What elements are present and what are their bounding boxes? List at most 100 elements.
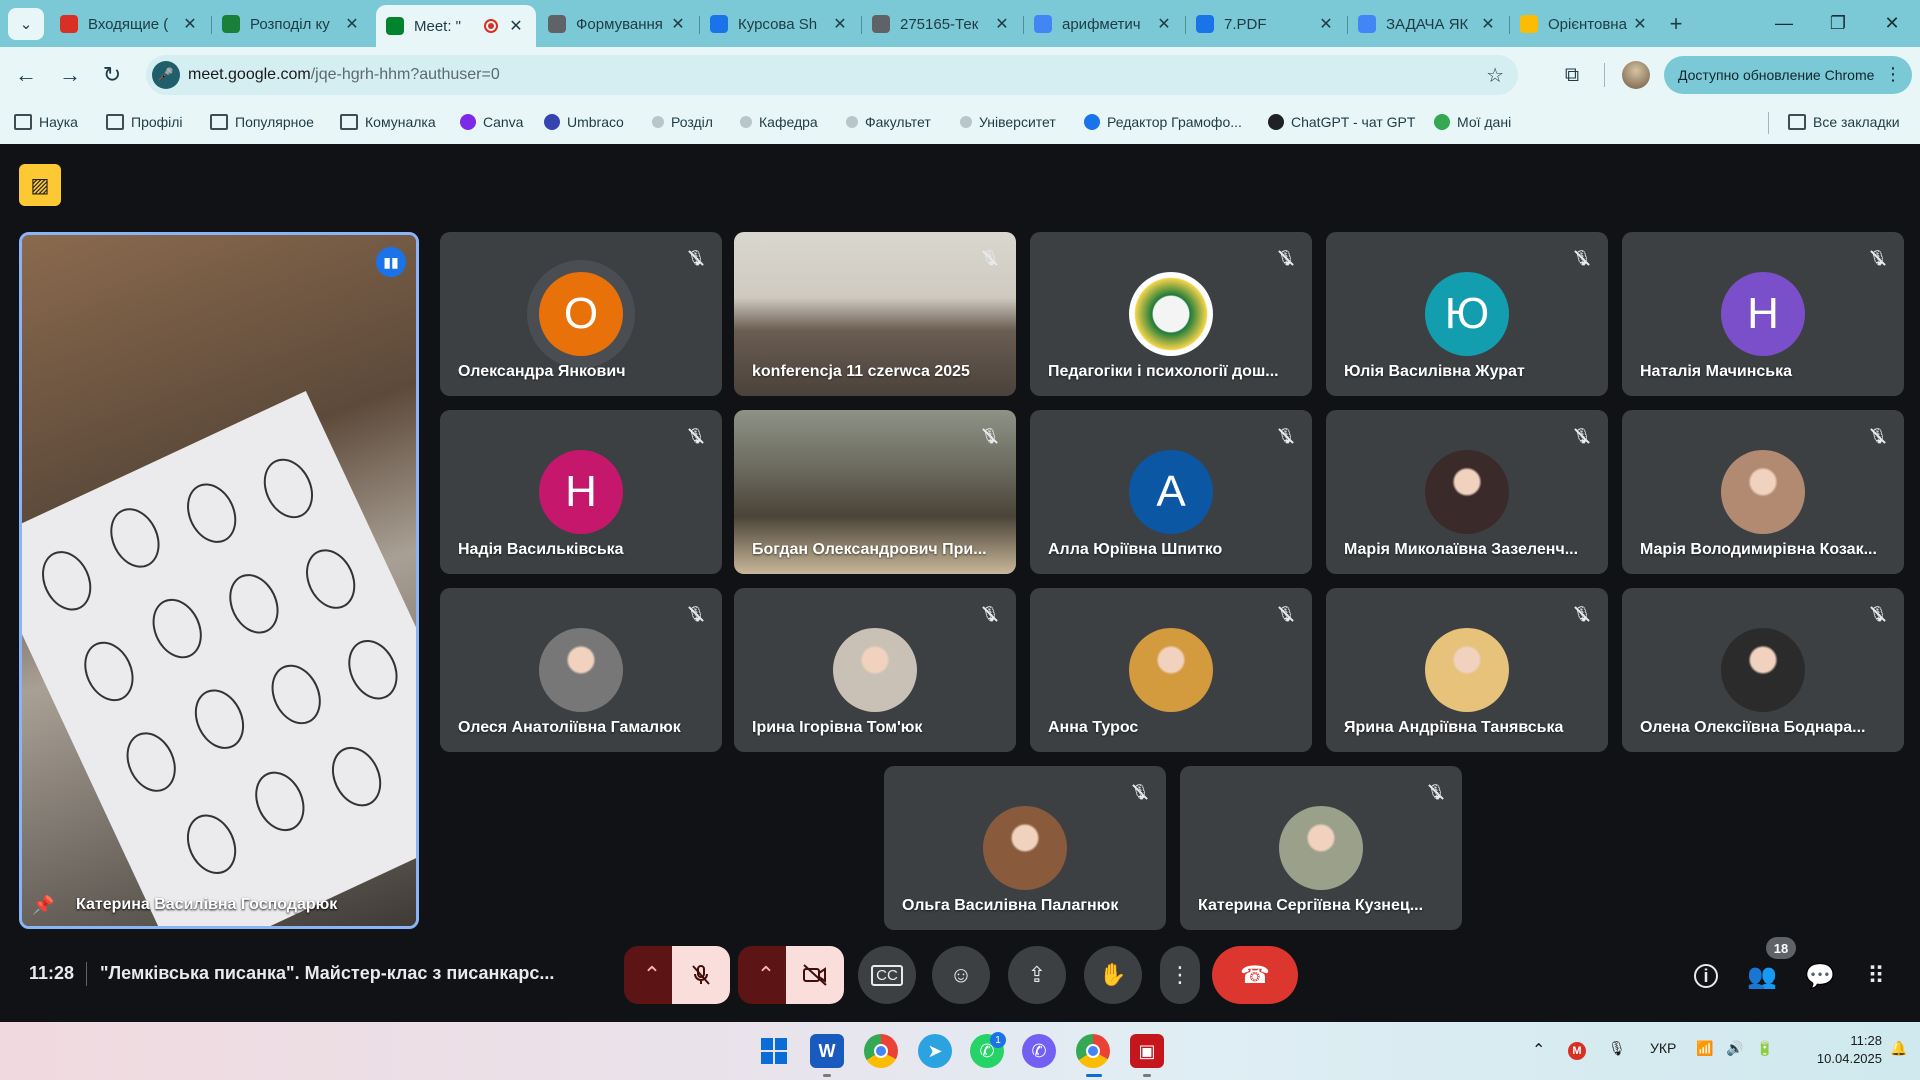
raise-hand-button[interactable]: ✋ bbox=[1084, 946, 1142, 1004]
tab-8[interactable]: ЗАДАЧА ЯК ✕ bbox=[1348, 6, 1508, 42]
all-bookmarks[interactable]: Все закладки bbox=[1788, 110, 1900, 134]
tray-overflow-icon[interactable]: ⌃ bbox=[1532, 1040, 1545, 1060]
participant-tile[interactable]: 🎙 Педагогіки і психології дош... bbox=[1030, 232, 1312, 396]
leave-call-button[interactable]: ☎ bbox=[1212, 946, 1298, 1004]
system-clock[interactable]: 11:28 10.04.2025 bbox=[1796, 1032, 1882, 1068]
tab-5[interactable]: 275165-Тек ✕ bbox=[862, 6, 1022, 42]
reload-button[interactable]: ↻ bbox=[96, 59, 128, 91]
tab-1[interactable]: Розподіл ку ✕ bbox=[212, 6, 372, 42]
people-button[interactable]: 👥 bbox=[1744, 958, 1780, 994]
bookmark-item[interactable]: Umbraco bbox=[544, 110, 624, 134]
present-button[interactable]: ⇪ bbox=[1008, 946, 1066, 1004]
mic-off-icon: 🎙 bbox=[1570, 246, 1594, 270]
participant-tile[interactable]: 🎙 Олеся Анатоліївна Гамалюк bbox=[440, 588, 722, 752]
volume-icon[interactable]: 🔊 bbox=[1726, 1040, 1743, 1057]
close-tab-icon[interactable]: ✕ bbox=[1630, 14, 1650, 34]
participant-tile[interactable]: 🎙 Катерина Сергіївна Кузнец... bbox=[1180, 766, 1462, 930]
participant-tile[interactable]: 🎙 Ольга Василівна Палагнюк bbox=[884, 766, 1166, 930]
tab-6[interactable]: арифметич ✕ bbox=[1024, 6, 1184, 42]
bookmark-star-icon[interactable]: ☆ bbox=[1486, 63, 1504, 88]
restore-button[interactable]: ❐ bbox=[1818, 8, 1858, 38]
notifications-icon[interactable]: 🔔 bbox=[1890, 1040, 1907, 1057]
bookmark-item[interactable]: Профілі bbox=[106, 110, 183, 134]
folder-icon bbox=[106, 114, 124, 130]
participant-tile[interactable]: Ю 🎙 Юлія Василівна Журат bbox=[1326, 232, 1608, 396]
bookmark-item[interactable]: Кафедра bbox=[740, 110, 818, 134]
close-icon: ✕ bbox=[1884, 12, 1900, 33]
bookmark-item[interactable]: Популярное bbox=[210, 110, 314, 134]
bookmark-item[interactable]: Наука bbox=[14, 110, 78, 134]
forward-button[interactable]: → bbox=[54, 59, 86, 91]
camera-toggle-button[interactable] bbox=[786, 946, 844, 1004]
participant-tile[interactable]: 🎙 Марія Володимирівна Козак... bbox=[1622, 410, 1904, 574]
presenter-tile[interactable]: ▮▮ 📌 Катерина Василівна Господарюк bbox=[19, 232, 419, 929]
bookmark-item[interactable]: Редактор Грамофо... bbox=[1084, 110, 1242, 134]
tab-2[interactable]: Meet: " ✕ bbox=[376, 5, 536, 47]
participant-tile[interactable]: 🎙 Ярина Андріївна Танявська bbox=[1326, 588, 1608, 752]
close-tab-icon[interactable]: ✕ bbox=[992, 14, 1012, 34]
tab-7[interactable]: 7.PDF ✕ bbox=[1186, 6, 1346, 42]
pin-icon[interactable]: 📌 bbox=[32, 895, 54, 916]
participant-tile[interactable]: 🎙 Олена Олексіївна Боднара... bbox=[1622, 588, 1904, 752]
close-tab-icon[interactable]: ✕ bbox=[830, 14, 850, 34]
keyboard-language[interactable]: УКР bbox=[1650, 1040, 1676, 1056]
chrome-update-button[interactable]: Доступно обновление Chrome ⋮ bbox=[1664, 56, 1912, 94]
close-tab-icon[interactable]: ✕ bbox=[668, 14, 688, 34]
bookmark-item[interactable]: Canva bbox=[460, 110, 523, 134]
close-tab-icon[interactable]: ✕ bbox=[506, 16, 526, 36]
close-window-button[interactable]: ✕ bbox=[1872, 8, 1912, 38]
tab-4[interactable]: Курсова Sh ✕ bbox=[700, 6, 860, 42]
captions-button[interactable]: CC bbox=[858, 946, 916, 1004]
profile-avatar[interactable] bbox=[1622, 61, 1650, 89]
close-tab-icon[interactable]: ✕ bbox=[1316, 14, 1336, 34]
taskbar-telegram[interactable]: ➤ bbox=[918, 1034, 952, 1068]
participant-tile[interactable]: Н 🎙 Надія Васильківська bbox=[440, 410, 722, 574]
close-tab-icon[interactable]: ✕ bbox=[1154, 14, 1174, 34]
tray-mic-icon[interactable]: 🎙 bbox=[1608, 1040, 1626, 1057]
tab-search-button[interactable]: ⌄ bbox=[8, 8, 44, 40]
more-options-button[interactable]: ⋮ bbox=[1160, 946, 1200, 1004]
bookmark-item[interactable]: Розділ bbox=[652, 110, 713, 134]
taskbar-app[interactable]: ▣ bbox=[1130, 1034, 1164, 1068]
bookmark-item[interactable]: Університет bbox=[960, 110, 1056, 134]
bookmark-item[interactable]: Факультет bbox=[846, 110, 931, 134]
chat-button[interactable]: 💬 bbox=[1802, 958, 1838, 994]
back-button[interactable]: ← bbox=[10, 59, 42, 91]
tray-app-icon[interactable]: M bbox=[1568, 1042, 1586, 1060]
participant-tile[interactable]: 🎙 Богдан Олександрович При... bbox=[734, 410, 1016, 574]
camera-off-badge[interactable]: ▨ bbox=[19, 164, 61, 206]
close-tab-icon[interactable]: ✕ bbox=[342, 14, 362, 34]
taskbar-chrome[interactable] bbox=[864, 1034, 898, 1068]
tab-9[interactable]: Орієнтовна ✕ bbox=[1510, 6, 1660, 42]
bookmark-item[interactable]: Комуналка bbox=[340, 110, 436, 134]
reactions-button[interactable]: ☺ bbox=[932, 946, 990, 1004]
participant-tile[interactable]: О 🎙 Олександра Янкович bbox=[440, 232, 722, 396]
tab-0[interactable]: Входящие (✕ bbox=[50, 6, 210, 42]
extensions-button[interactable]: ⧉ bbox=[1556, 59, 1588, 91]
battery-icon[interactable]: 🔋 bbox=[1756, 1040, 1773, 1057]
address-bar[interactable]: 🎤 meet.google.com/jqe-hgrh-hhm?authuser=… bbox=[146, 55, 1518, 95]
bookmark-item[interactable]: Мої дані bbox=[1434, 110, 1511, 134]
meeting-clock: 11:28 bbox=[29, 963, 75, 983]
taskbar-word[interactable]: W bbox=[810, 1034, 844, 1068]
site-info-icon[interactable]: 🎤 bbox=[152, 61, 180, 89]
participant-tile[interactable]: Н 🎙 Наталія Мачинська bbox=[1622, 232, 1904, 396]
mic-toggle-button[interactable] bbox=[672, 946, 730, 1004]
minimize-button[interactable]: — bbox=[1764, 8, 1804, 38]
tab-3[interactable]: Формування ✕ bbox=[538, 6, 698, 42]
participant-tile[interactable]: 🎙 Ірина Ігорівна Том'юк bbox=[734, 588, 1016, 752]
activities-button[interactable]: ⠿ bbox=[1858, 958, 1894, 994]
bookmark-item[interactable]: ChatGPT - чат GPT bbox=[1268, 110, 1415, 134]
close-tab-icon[interactable]: ✕ bbox=[1478, 14, 1498, 34]
meeting-details-button[interactable]: i bbox=[1688, 958, 1724, 994]
participant-tile[interactable]: 🎙 Анна Турос bbox=[1030, 588, 1312, 752]
start-button[interactable] bbox=[757, 1034, 791, 1068]
participant-tile[interactable]: 🎙 Марія Миколаївна Зазеленч... bbox=[1326, 410, 1608, 574]
participant-tile[interactable]: А 🎙 Алла Юріївна Шпитко bbox=[1030, 410, 1312, 574]
participant-tile[interactable]: 🎙 konferencja 11 czerwca 2025 bbox=[734, 232, 1016, 396]
wifi-icon[interactable]: 📶 bbox=[1696, 1040, 1713, 1057]
close-tab-icon[interactable]: ✕ bbox=[180, 14, 200, 34]
taskbar-viber[interactable]: ✆ bbox=[1022, 1034, 1056, 1068]
taskbar-chrome-profile[interactable] bbox=[1076, 1034, 1110, 1068]
new-tab-button[interactable]: + bbox=[1660, 6, 1692, 42]
